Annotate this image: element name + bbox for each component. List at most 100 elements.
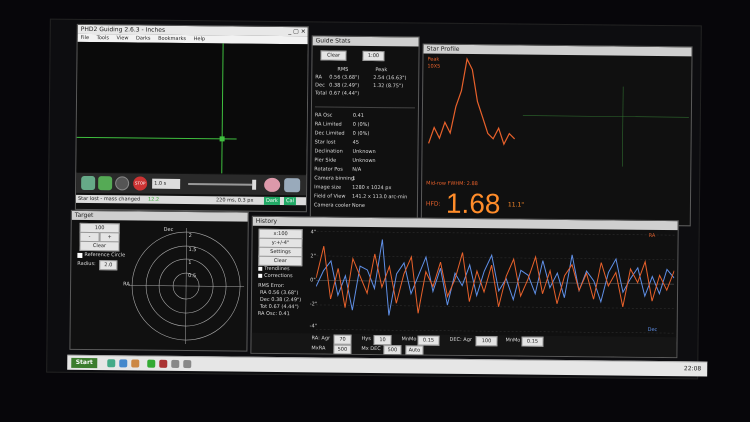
info-key: Rotator Pos [314, 166, 343, 173]
trendlines-checkbox[interactable] [258, 266, 263, 271]
history-title: History [255, 217, 278, 225]
info-value: None [351, 202, 366, 209]
menu-bookmarks[interactable]: Bookmarks [158, 36, 186, 42]
peak-row-value: 2.54 (16.63") [373, 74, 407, 82]
rms-error-title: RMS Error: [258, 282, 285, 290]
corrections-checkbox[interactable] [258, 273, 263, 278]
rms-ra: RA 0.56 (3.68") [259, 289, 299, 297]
info-key: RA Limited [314, 121, 342, 128]
target-icon[interactable] [115, 176, 130, 191]
info-value: N/A [352, 166, 362, 173]
mxra-input[interactable]: 500 [333, 344, 352, 355]
menu-view[interactable]: View [117, 35, 129, 41]
ra-axis-label: RA [123, 281, 130, 288]
info-value: 0.41 [352, 112, 365, 119]
target-plot [128, 228, 245, 345]
rms-dec: Dec 0.38 (2.49") [259, 296, 302, 304]
rms-row-label: RA [315, 74, 323, 81]
guide-stats-clear-button[interactable]: Clear [320, 50, 347, 61]
info-value: 0 (0%) [352, 130, 370, 137]
star-profile-line [428, 57, 516, 146]
taskbar-app-icon[interactable] [119, 359, 128, 368]
guide-icon[interactable] [81, 175, 96, 191]
dec-mnmo-label: MnMo [505, 337, 521, 344]
guide-stats-titlebar[interactable]: Guide Stats [312, 36, 419, 47]
rms-row-label: Dec [315, 82, 325, 89]
brain-icon[interactable] [264, 177, 281, 193]
target-titlebar[interactable]: Target [71, 210, 248, 222]
info-value: Unknown [352, 148, 376, 156]
y-label: 4" [310, 229, 317, 236]
history-gridline [316, 255, 675, 260]
guide-stats-dropdown[interactable]: 1:00 [362, 50, 385, 62]
ring-label: 1.5 [188, 247, 197, 254]
history-gridline [315, 329, 674, 334]
star-marker [219, 136, 225, 142]
taskbar-app-icon[interactable] [183, 360, 192, 369]
hyst-input[interactable]: 10 [373, 335, 392, 346]
taskbar-app-icon[interactable] [131, 359, 140, 368]
crosshair-vertical [221, 43, 224, 174]
start-button[interactable]: Start [71, 357, 98, 369]
history-clear-button[interactable]: Clear [258, 255, 303, 267]
history-gridline [315, 304, 674, 309]
menu-darks[interactable]: Darks [136, 35, 151, 41]
status-bar: Star lost - mass changed 12.2 220 ms, 0.… [75, 194, 309, 206]
star-profile-window: Star Profile Peak 10X5 Mid-row FWHM: 2.8… [420, 43, 693, 227]
hfd-arcsec: 11.1" [507, 201, 525, 209]
info-value: 1 [352, 175, 356, 182]
info-key: Declination [314, 148, 343, 155]
history-gridline [316, 231, 675, 236]
radius-input[interactable]: 2.0 [99, 260, 118, 271]
info-key: Image size [314, 184, 342, 191]
history-titlebar[interactable]: History [252, 216, 678, 231]
dec-guide-mode-select[interactable]: Auto [405, 345, 424, 356]
target-clear-button[interactable]: Clear [79, 240, 120, 252]
hfd-value: 1.68 [445, 187, 501, 220]
taskbar: Start 22:08 [67, 354, 708, 377]
taskbar-app-icon[interactable] [107, 359, 116, 368]
profile-crosshair [522, 115, 689, 118]
window-controls[interactable]: _ ▢ ✕ [288, 28, 306, 35]
target-title: Target [74, 211, 94, 220]
main-window-title: PHD2 Guiding 2.6.3 - Inches [80, 25, 166, 34]
info-key: RA Osc [314, 112, 333, 119]
dec-mnmo-input[interactable]: 0.15 [521, 336, 544, 347]
taskbar-app-icon[interactable] [159, 359, 168, 368]
ra-osc: RA Osc: 0.41 [257, 310, 290, 318]
ra-mnmo-input[interactable]: 0.15 [417, 335, 440, 346]
ring-label: 1 [188, 260, 192, 267]
taskbar-phd2-icon[interactable] [147, 359, 156, 368]
info-value: 0 (0%) [352, 121, 370, 128]
dec-axis-label: Dec [163, 226, 174, 233]
dark-badge: Dark [263, 196, 280, 206]
dec-agr-input[interactable]: 100 [475, 336, 498, 347]
loop-icon[interactable] [98, 176, 113, 191]
taskbar-app-icon[interactable] [171, 359, 180, 368]
rms-header: RMS [337, 66, 349, 73]
ra-agr-input[interactable]: 70 [333, 334, 352, 345]
mxra-label: MxRA [311, 345, 326, 352]
rms-row-label: Total [315, 90, 327, 97]
scope-icon[interactable] [284, 178, 301, 193]
gamma-slider[interactable] [188, 183, 253, 186]
dec-agr-label: DEC: Agr [449, 336, 472, 344]
exposure-select[interactable]: 1.0 s [152, 178, 181, 189]
menu-tools[interactable]: Tools [97, 35, 109, 41]
stop-icon[interactable]: STOP [133, 176, 148, 191]
history-window: History x:100 y:+/-4" Settings Clear Tre… [250, 215, 679, 359]
status-text: Star lost - mass changed [77, 195, 141, 203]
gamma-slider-handle[interactable] [252, 179, 257, 190]
peak-row-value: 1.32 (8.75") [373, 82, 404, 90]
reference-circle-checkbox[interactable] [77, 252, 83, 258]
camera-view[interactable] [76, 41, 309, 175]
y-label: 2" [310, 253, 316, 260]
mxdec-input[interactable]: 500 [383, 345, 402, 356]
star-profile-plot [428, 57, 689, 167]
menu-file[interactable]: File [81, 35, 89, 41]
rms-total: Tot 0.67 (4.44") [259, 303, 299, 311]
reference-circle-label: Reference Circle [84, 251, 126, 259]
rms-row-value: 0.67 (4.44") [329, 90, 360, 97]
menu-help[interactable]: Help [194, 36, 205, 42]
crosshair-horizontal [76, 136, 237, 140]
